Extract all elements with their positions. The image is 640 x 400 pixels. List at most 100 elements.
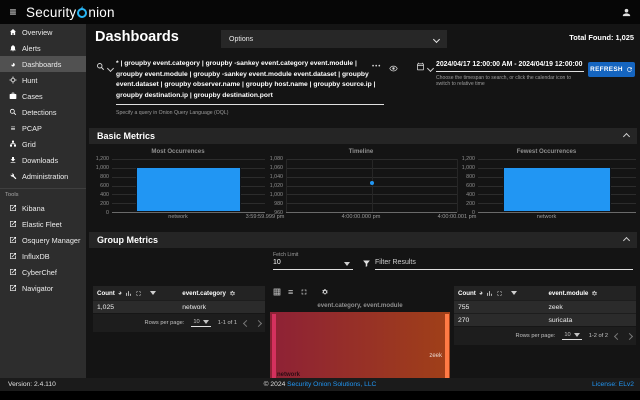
next-page-icon[interactable] (625, 332, 634, 340)
plot-area (478, 159, 636, 213)
bar-chart-icon[interactable] (125, 290, 132, 297)
copyright: © 2024 Security Onion Solutions, LLC (263, 381, 377, 388)
field-header[interactable]: event.module (548, 290, 588, 297)
y-tick-label: 1,000 (95, 164, 109, 171)
copyright-link[interactable]: Security Onion Solutions, LLC (287, 381, 376, 388)
sidebar-item-hunt[interactable]: Hunt (0, 72, 86, 88)
bar-network[interactable] (136, 166, 241, 212)
options-dropdown[interactable]: Options (221, 30, 447, 48)
sidebar-item-cyberchef[interactable]: CyberChef (0, 264, 86, 280)
tools-section-label: Tools (5, 192, 19, 198)
sidebar-item-navigator[interactable]: Navigator (0, 280, 86, 296)
sankey-diagram[interactable]: network zeek (270, 312, 450, 378)
sidebar-item-osquery-manager[interactable]: Osquery Manager (0, 232, 86, 248)
sidebar-item-downloads[interactable]: Downloads (0, 152, 86, 168)
group-metrics-header[interactable]: Group Metrics (89, 232, 637, 248)
x-axis: 3:59:59.999 pm 4:00:00.000 pm 4:00:00.001 … (246, 214, 477, 224)
gridline (112, 159, 265, 160)
field-header[interactable]: event.category (182, 290, 226, 297)
gear-icon[interactable] (321, 288, 329, 296)
sort-caret-icon[interactable] (150, 291, 157, 295)
y-tick-label: 1,200 (461, 156, 475, 162)
query-history-caret-icon[interactable] (106, 64, 115, 73)
data-point[interactable] (369, 181, 374, 186)
collapse-chevron-icon[interactable] (622, 132, 631, 140)
collapse-chevron-icon[interactable] (622, 236, 631, 244)
date-caret-icon[interactable] (426, 64, 435, 73)
sidebar-item-kibana[interactable]: Kibana (0, 200, 86, 216)
y-tick-label: 1,040 (269, 173, 283, 180)
y-tick-label: 980 (274, 201, 283, 207)
basic-metrics-header[interactable]: Basic Metrics (89, 128, 637, 144)
value-cell[interactable]: suricata (548, 317, 572, 324)
value-cell[interactable]: zeek (548, 304, 562, 311)
fullscreen-icon[interactable] (496, 290, 503, 297)
list-icon: ≡ (10, 123, 16, 133)
sidebar-item-label: Kibana (22, 203, 45, 213)
bar-chart-icon[interactable] (486, 290, 493, 297)
sankey-title: event.category, event.module (317, 302, 403, 309)
y-tick-label: 400 (100, 191, 109, 198)
sankey-source-node[interactable] (272, 314, 276, 378)
hamburger-menu-icon[interactable]: ≡ (0, 0, 26, 24)
more-actions-icon[interactable]: ••• (372, 64, 381, 70)
previous-page-icon[interactable] (613, 332, 622, 340)
fetch-limit-select[interactable]: 10 (273, 259, 353, 270)
sidebar-nav: Overview Alerts ◕ Dashboards Hunt Cases … (0, 24, 86, 378)
sidebar-item-elastic-fleet[interactable]: Elastic Fleet (0, 216, 86, 232)
sidebar-item-grid[interactable]: Grid (0, 136, 86, 152)
rows-per-page-select[interactable]: 10 (562, 332, 582, 340)
y-tick-label: 1,000 (461, 164, 475, 171)
table-pagination: Rows per page: 10 1-2 of 2 (454, 326, 636, 345)
sankey-target-node[interactable] (445, 314, 449, 378)
next-page-icon[interactable] (254, 319, 263, 327)
count-cell[interactable]: 1,025 (97, 304, 182, 311)
sidebar-item-detections[interactable]: Detections (0, 104, 86, 120)
table-row[interactable]: 755 zeek (454, 300, 636, 313)
calendar-icon[interactable] (416, 62, 425, 71)
previous-page-icon[interactable] (242, 319, 251, 327)
briefcase-icon (9, 92, 17, 100)
y-tick-label: 1,080 (269, 156, 283, 162)
sidebar-item-administration[interactable]: Administration (0, 168, 86, 184)
tools-icon (9, 172, 17, 180)
fullscreen-icon[interactable] (300, 288, 308, 296)
y-axis: 1,080 1,060 1,040 1,020 1,000 980 960 (265, 156, 286, 216)
fullscreen-icon[interactable] (135, 290, 142, 297)
pie-chart-icon[interactable]: ◕ (479, 290, 483, 297)
chevron-down-icon (432, 35, 441, 43)
query-input[interactable]: * | groupby event.category | groupby -sa… (116, 59, 384, 106)
date-range-input[interactable]: 2024/04/17 12:00:00 AM - 2024/04/19 12:0… (436, 61, 584, 72)
filter-results-input[interactable]: Filter Results (375, 259, 633, 270)
search-icon[interactable] (96, 62, 105, 71)
table-header-row: Count ◕ event.module (454, 286, 636, 300)
table-grid-icon[interactable] (273, 288, 281, 296)
gear-icon[interactable] (229, 290, 236, 297)
sort-caret-icon[interactable] (511, 291, 518, 295)
list-icon[interactable]: ≡ (288, 287, 293, 296)
eye-icon[interactable] (389, 64, 398, 73)
sidebar-item-overview[interactable]: Overview (0, 24, 86, 40)
pie-chart-icon[interactable]: ◕ (118, 290, 122, 297)
count-header: Count (97, 289, 115, 297)
count-cell[interactable]: 270 (458, 317, 548, 324)
sidebar-item-cases[interactable]: Cases (0, 88, 86, 104)
sidebar-item-influxdb[interactable]: InfluxDB (0, 248, 86, 264)
sidebar-item-dashboards[interactable]: ◕ Dashboards (0, 56, 86, 72)
table-row[interactable]: 270 suricata (454, 313, 636, 326)
count-cell[interactable]: 755 (458, 304, 548, 311)
sidebar-item-label: Cases (22, 91, 43, 101)
fetch-limit-label: Fetch Limit (273, 252, 299, 258)
sidebar-item-pcap[interactable]: ≡ PCAP (0, 120, 86, 136)
value-cell[interactable]: network (182, 304, 206, 311)
x-tick-label: network (168, 214, 188, 220)
gear-icon[interactable] (591, 290, 598, 297)
rows-per-page-select[interactable]: 10 (191, 319, 211, 327)
refresh-button[interactable]: REFRESH (588, 62, 635, 77)
external-link-icon (9, 204, 17, 212)
table-row[interactable]: 1,025 network (93, 300, 265, 313)
sidebar-item-label: PCAP (22, 123, 42, 133)
bar-network[interactable] (503, 166, 611, 212)
sidebar-item-alerts[interactable]: Alerts (0, 40, 86, 56)
user-icon[interactable] (621, 7, 632, 18)
